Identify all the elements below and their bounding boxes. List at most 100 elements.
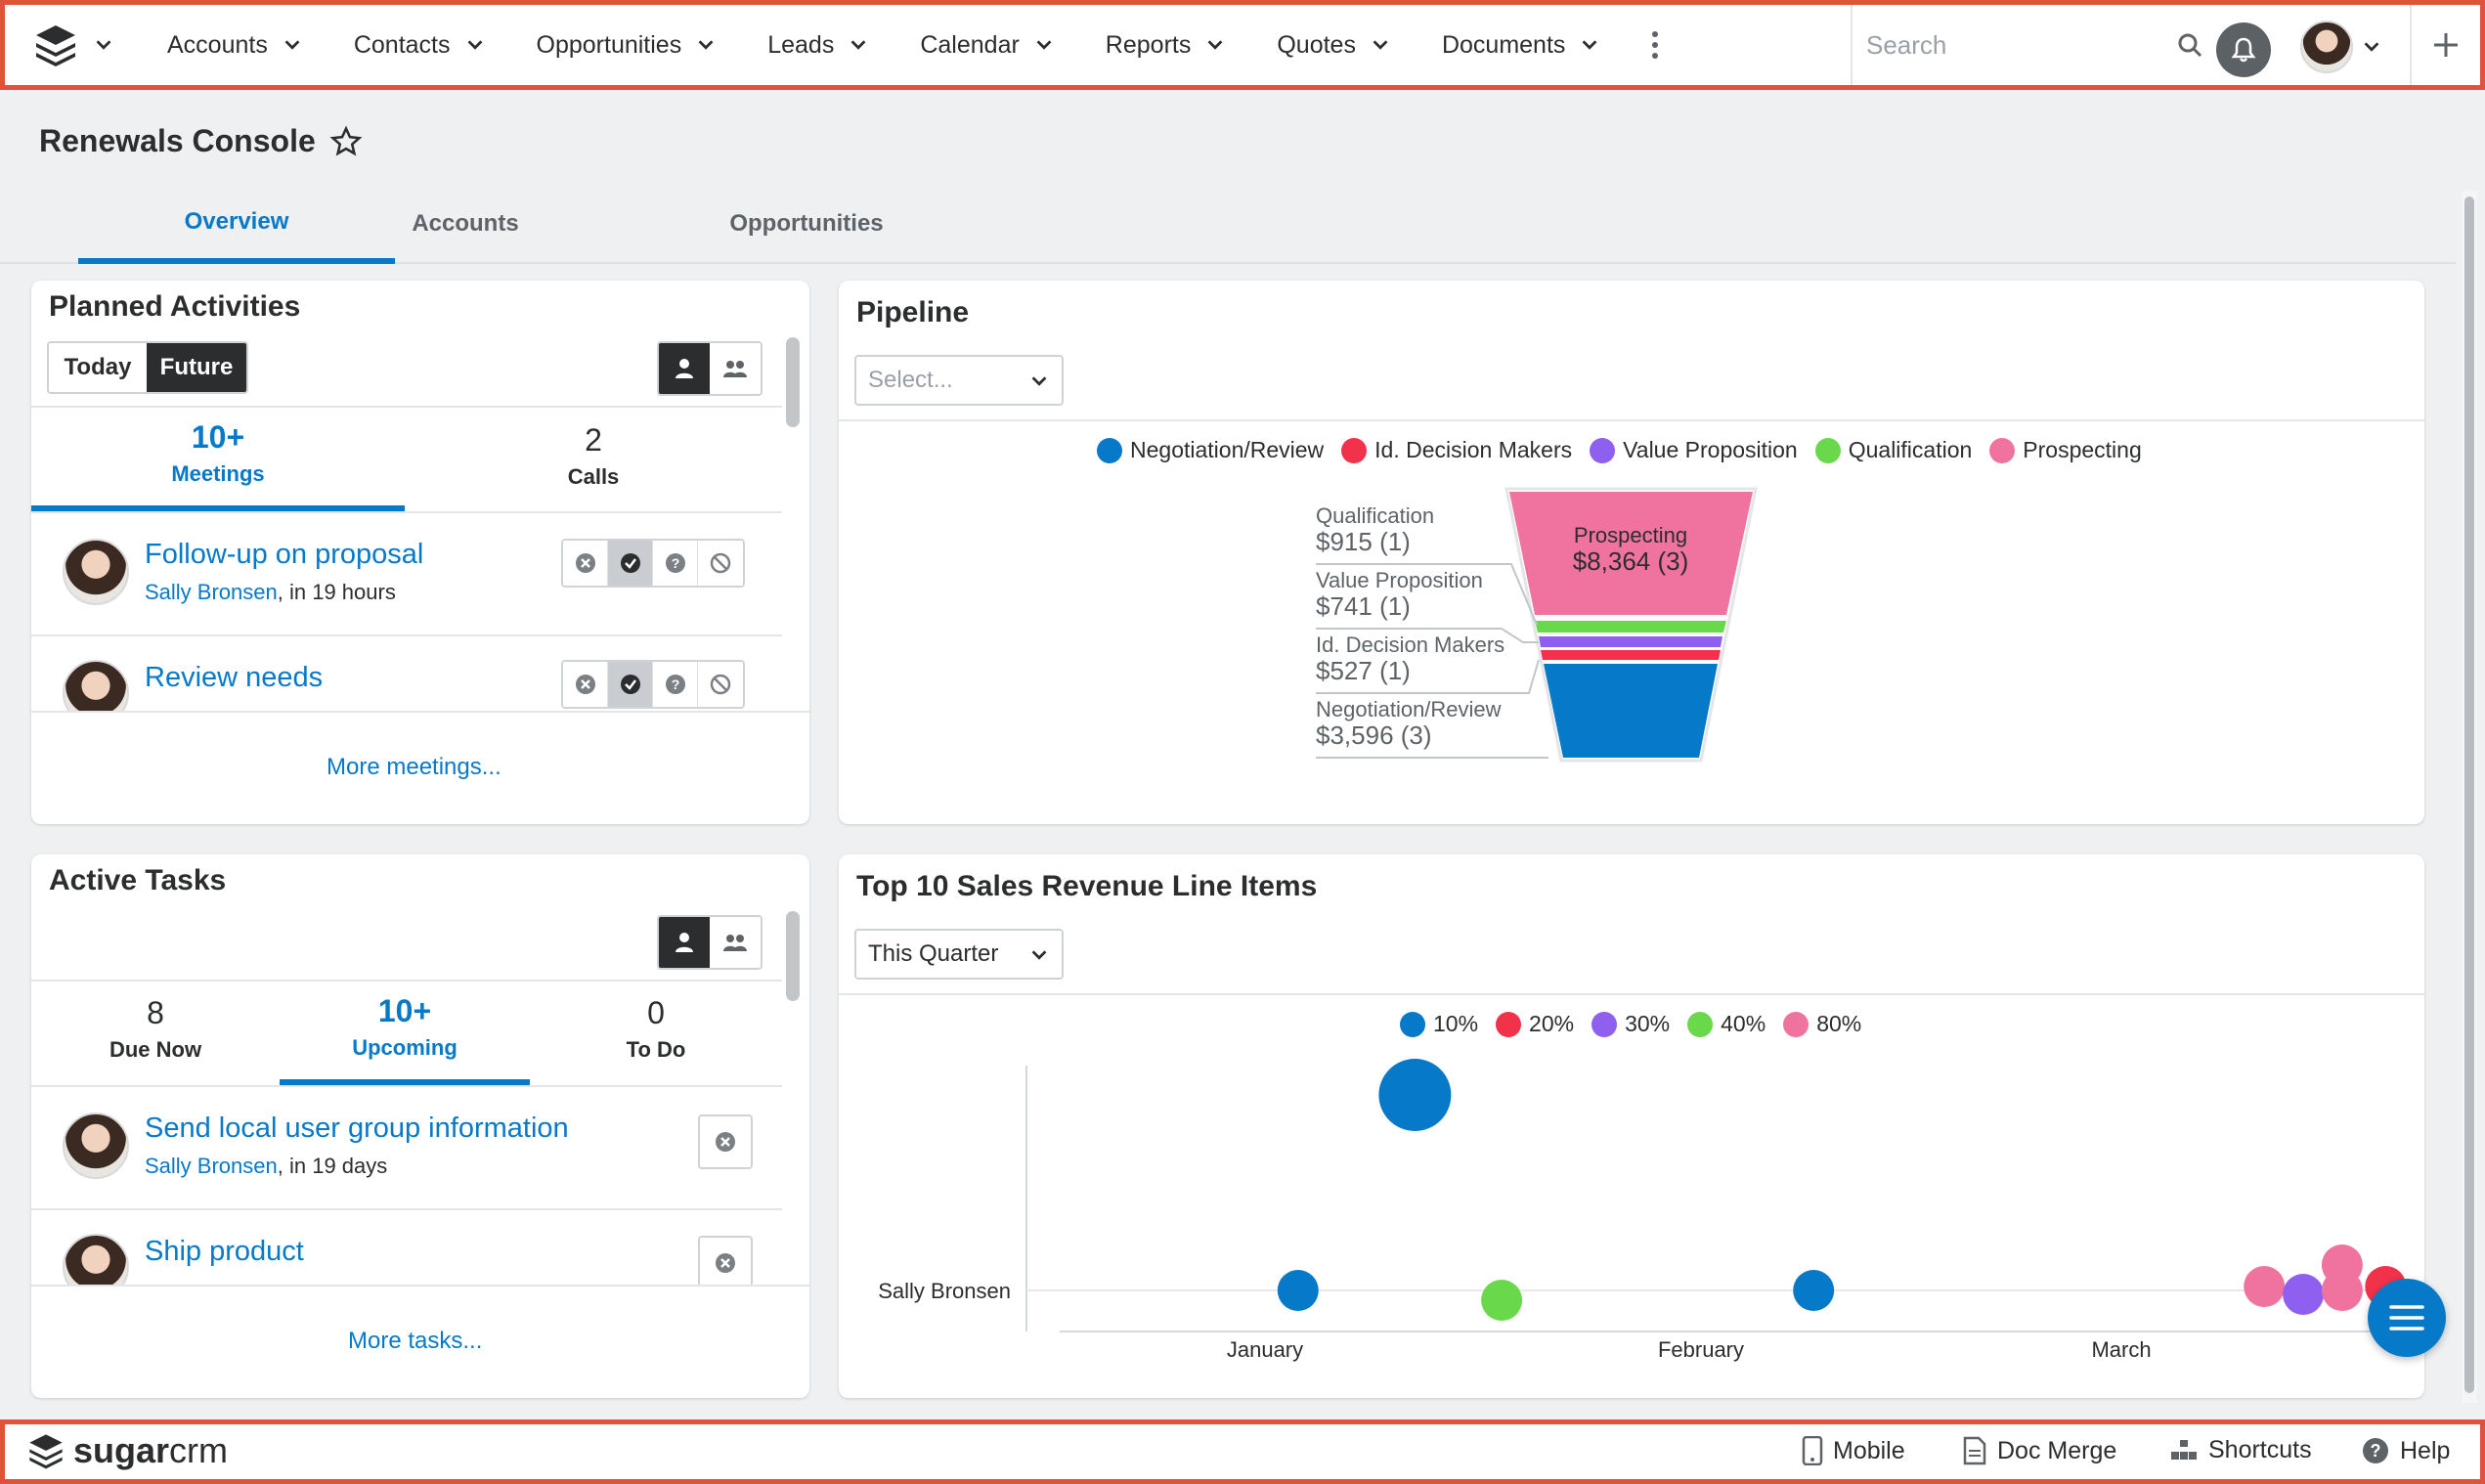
active-tasks-dashlet: Active Tasks 8 Due Now 10+ Upcoming 0 To… [31, 854, 809, 1398]
my-items-button[interactable] [659, 343, 710, 394]
tentative-action-button[interactable]: ? [653, 662, 698, 707]
upcoming-tab[interactable]: 10+ Upcoming [280, 993, 530, 1061]
team-items-button[interactable] [710, 343, 761, 394]
meetings-label: Meetings [171, 461, 265, 486]
page-scrollbar[interactable] [2462, 191, 2477, 1403]
scatter-points [1277, 1059, 2407, 1321]
cancel-action-button[interactable] [563, 541, 608, 586]
nav-contacts[interactable]: Contacts [328, 5, 511, 85]
more-tasks-link[interactable]: More tasks... [348, 1328, 482, 1355]
footer-shortcuts-link[interactable]: Shortcuts [2169, 1436, 2312, 1464]
scatter-point[interactable] [2321, 1270, 2363, 1311]
nav-documents[interactable]: Documents [1417, 5, 1626, 85]
menu-icon [2389, 1305, 2424, 1331]
funnel-segment-decision-makers[interactable] [1541, 650, 1721, 660]
tab-overview[interactable]: Overview [78, 186, 395, 264]
tentative-action-button[interactable]: ? [653, 541, 698, 586]
question-circle-icon: ? [665, 553, 685, 573]
nav-opportunities[interactable]: Opportunities [511, 5, 743, 85]
dashlet-title: Active Tasks [49, 864, 227, 896]
chevron-down-icon [1373, 40, 1388, 50]
avatar[interactable] [63, 539, 129, 605]
bell-icon [2231, 37, 2256, 63]
user-menu[interactable] [2300, 21, 2382, 73]
divider [31, 1208, 782, 1210]
decline-action-button[interactable] [698, 662, 743, 707]
divider [31, 511, 782, 513]
task-title-link[interactable]: Send local user group information [145, 1113, 569, 1145]
divider [31, 1085, 782, 1087]
held-action-button[interactable] [608, 541, 653, 586]
search-icon[interactable] [2177, 32, 2202, 58]
scatter-point[interactable] [1481, 1280, 1523, 1321]
page-title: Renewals Console [39, 123, 316, 158]
tab-accounts[interactable]: Accounts [395, 186, 536, 262]
chevron-down-icon [1036, 40, 1052, 50]
app-logo-menu[interactable] [5, 5, 142, 85]
chevron-down-icon [1207, 40, 1223, 50]
user-icon [676, 359, 693, 378]
meeting-title-link[interactable]: Follow-up on proposal [145, 539, 423, 571]
scrollbar-thumb[interactable] [2464, 196, 2474, 1393]
my-items-button[interactable] [659, 917, 710, 968]
footer-bar: sugarcrm Mobile Doc Merge Shortcuts ? He… [0, 1419, 2485, 1484]
svg-text:?: ? [671, 677, 679, 692]
meeting-actions: ? [561, 660, 745, 709]
cancel-action-button[interactable] [563, 662, 608, 707]
tab-opportunities[interactable]: Opportunities [704, 186, 909, 262]
assigned-user-link[interactable]: Sally Bronsen [145, 580, 278, 604]
held-action-button[interactable] [608, 662, 653, 707]
to-do-tab[interactable]: 0 To Do [530, 995, 782, 1063]
funnel-label-decision-makers: Id. Decision Makers $527 (1) [1316, 633, 1505, 685]
chevron-down-icon [467, 40, 482, 50]
more-modules-button[interactable] [1626, 5, 1684, 85]
nav-accounts[interactable]: Accounts [142, 5, 328, 85]
chevron-down-icon [698, 40, 714, 50]
footer-mobile-link[interactable]: Mobile [1802, 1436, 1905, 1465]
sugarcrm-logo[interactable]: sugarcrm [26, 1430, 228, 1471]
meeting-title-link[interactable]: Review needs [145, 662, 323, 694]
scatter-point[interactable] [2283, 1274, 2325, 1315]
close-task-button[interactable] [698, 1236, 753, 1290]
list-scrollbar[interactable] [786, 337, 800, 427]
future-button[interactable]: Future [147, 343, 246, 392]
omnichannel-menu-button[interactable] [2368, 1279, 2446, 1357]
scatter-point[interactable] [1793, 1270, 1835, 1311]
x-tick-label: January [1227, 1337, 1303, 1362]
shortcuts-icon [2171, 1439, 2197, 1460]
decline-action-button[interactable] [698, 541, 743, 586]
funnel-segment-value-proposition[interactable] [1539, 636, 1722, 647]
calls-tab[interactable]: 2 Calls [405, 422, 782, 490]
quick-create-button[interactable] [2410, 5, 2480, 85]
planned-activities-dashlet: Planned Activities Today Future 10+ Meet… [31, 281, 809, 824]
close-task-button[interactable] [698, 1114, 753, 1169]
footer-help-link[interactable]: ? Help [2361, 1436, 2450, 1465]
list-scrollbar[interactable] [786, 911, 800, 1001]
more-meetings-link[interactable]: More meetings... [327, 754, 501, 781]
nav-quotes[interactable]: Quotes [1251, 5, 1417, 85]
avatar[interactable] [63, 1113, 129, 1179]
y-tick-label: Sally Bronsen [878, 1279, 1011, 1303]
assigned-user-link[interactable]: Sally Bronsen [145, 1154, 278, 1178]
funnel-segment-negotiation[interactable] [1544, 664, 1718, 758]
check-circle-icon [620, 675, 640, 694]
search-input[interactable] [1866, 29, 2159, 61]
scatter-point[interactable] [2244, 1266, 2286, 1307]
today-button[interactable]: Today [49, 343, 147, 392]
due-now-tab[interactable]: 8 Due Now [31, 995, 280, 1063]
task-title-link[interactable]: Ship product [145, 1236, 304, 1268]
scatter-point[interactable] [1277, 1270, 1319, 1311]
footer-doc-merge-link[interactable]: Doc Merge [1962, 1436, 2116, 1465]
star-icon[interactable] [329, 125, 363, 158]
console-tabs: Overview Accounts Opportunities [0, 186, 2456, 264]
nav-leads[interactable]: Leads [742, 5, 894, 85]
scatter-point[interactable] [1378, 1059, 1452, 1131]
nav-calendar[interactable]: Calendar [894, 5, 1079, 85]
funnel-segment-qualification[interactable] [1535, 621, 1726, 633]
nav-reports[interactable]: Reports [1080, 5, 1252, 85]
team-items-button[interactable] [710, 917, 761, 968]
scope-toggle [657, 915, 763, 970]
notifications-button[interactable] [2216, 22, 2271, 77]
meeting-actions: ? [561, 539, 745, 588]
meetings-tab[interactable]: 10+ Meetings [31, 419, 405, 487]
